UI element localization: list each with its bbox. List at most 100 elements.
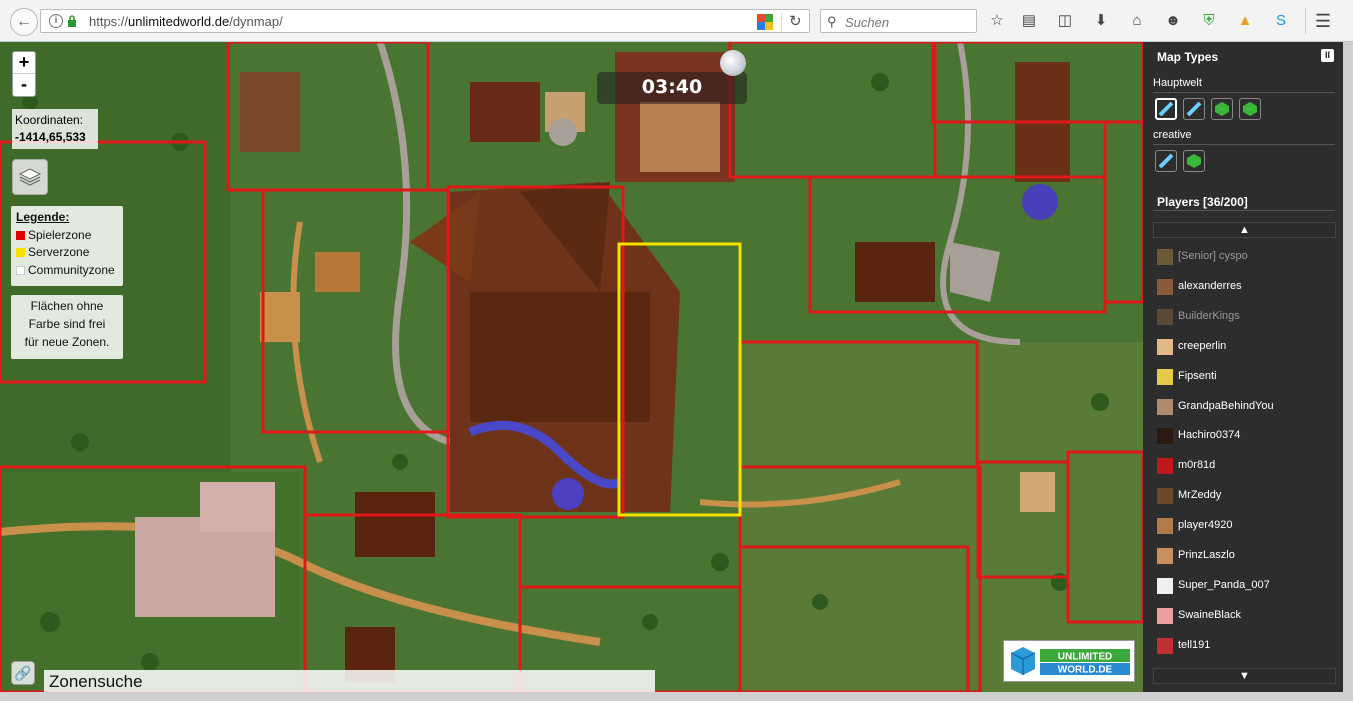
player-name: Fipsenti bbox=[1178, 369, 1217, 382]
shield-icon[interactable]: ⛨ bbox=[1199, 11, 1219, 31]
legend-swatch-yellow bbox=[16, 248, 25, 257]
unlimitedworld-logo[interactable]: UNLIMITED WORLD.DE bbox=[1003, 640, 1135, 682]
player-row[interactable]: MrZeddy bbox=[1157, 486, 1337, 506]
legend-panel: Legende: Spielerzone Serverzone Communit… bbox=[11, 206, 123, 286]
download-icon[interactable]: ⬇ bbox=[1091, 11, 1111, 31]
player-avatar-icon bbox=[1157, 338, 1173, 355]
player-name: [Senior] cyspo bbox=[1178, 250, 1248, 262]
player-row[interactable]: Hachiro0374 bbox=[1157, 426, 1337, 446]
creative-surface-button[interactable] bbox=[1183, 150, 1205, 172]
player-avatar-icon bbox=[1157, 278, 1173, 295]
pin-sidebar-button[interactable]: II bbox=[1321, 49, 1334, 62]
map-terrain bbox=[0, 42, 1143, 692]
player-avatar-icon bbox=[1157, 518, 1173, 535]
player-row[interactable]: [Senior] cyspo bbox=[1157, 247, 1337, 267]
reader-list-icon[interactable]: ▤ bbox=[1019, 11, 1039, 31]
back-button[interactable]: ← bbox=[10, 8, 38, 36]
chat-icon[interactable]: ☻ bbox=[1163, 11, 1183, 31]
logo-text-line-2: WORLD.DE bbox=[1058, 665, 1113, 676]
player-row[interactable]: SwaineBlack bbox=[1157, 606, 1337, 626]
home-icon[interactable]: ⌂ bbox=[1127, 11, 1147, 31]
zone-search-input[interactable]: Zonensuche bbox=[44, 670, 655, 692]
legend-item-communityzone: Communityzone bbox=[16, 262, 118, 280]
link-icon[interactable]: 🔗 bbox=[11, 661, 35, 685]
divider bbox=[781, 13, 782, 31]
info-icon[interactable]: i bbox=[49, 14, 63, 28]
player-row[interactable]: PrinzLaszlo bbox=[1157, 546, 1337, 566]
player-row[interactable]: creeperlin bbox=[1157, 337, 1337, 357]
map-type-surface-button[interactable] bbox=[1211, 98, 1233, 120]
player-row[interactable]: BuilderKings bbox=[1157, 307, 1337, 327]
flat-map-icon bbox=[1158, 101, 1174, 117]
player-name: player4920 bbox=[1178, 519, 1233, 532]
player-name: GrandpaBehindYou bbox=[1178, 399, 1274, 412]
sidebar: Map Types II Hauptwelt creative Players … bbox=[1143, 42, 1343, 692]
legend-label: Spielerzone bbox=[28, 227, 92, 242]
map-canvas[interactable] bbox=[0, 42, 1143, 692]
note-line: Farbe sind frei bbox=[28, 317, 106, 331]
player-row[interactable]: tell191 bbox=[1157, 636, 1337, 656]
player-name: alexanderres bbox=[1178, 279, 1242, 292]
search-icon: ⚲ bbox=[827, 14, 837, 29]
layers-button[interactable] bbox=[12, 159, 48, 195]
creative-flat-button[interactable] bbox=[1155, 150, 1177, 172]
map-type-flat-night-button[interactable] bbox=[1183, 98, 1205, 120]
url-text[interactable]: https://unlimitedworld.de/dynmap/ bbox=[89, 14, 283, 29]
player-name: SwaineBlack bbox=[1178, 608, 1241, 621]
divider bbox=[1305, 8, 1306, 34]
player-row[interactable]: m0r81d bbox=[1157, 456, 1337, 476]
map-type-cave-button[interactable] bbox=[1239, 98, 1261, 120]
player-name: tell191 bbox=[1178, 638, 1211, 651]
legend-title: Legende: bbox=[16, 210, 70, 224]
legend-item-serverzone: Serverzone bbox=[16, 244, 118, 262]
zoom-in-button[interactable]: + bbox=[13, 52, 35, 74]
scroll-down-button[interactable]: ▼ bbox=[1153, 668, 1336, 684]
coordinates-panel: Koordinaten: -1414,65,533 bbox=[12, 109, 98, 149]
divider bbox=[1153, 92, 1335, 93]
moon-icon bbox=[720, 50, 746, 76]
player-avatar-icon bbox=[1157, 577, 1173, 594]
player-avatar-icon bbox=[1157, 458, 1173, 475]
pocket-icon[interactable]: ◫ bbox=[1055, 11, 1075, 31]
coordinates-value: -1414,65,533 bbox=[15, 130, 86, 144]
player-name: PrinzLaszlo bbox=[1178, 549, 1235, 561]
player-row[interactable]: Fipsenti bbox=[1157, 367, 1337, 387]
search-placeholder: Suchen bbox=[845, 15, 890, 30]
legend-swatch-red bbox=[16, 230, 25, 240]
map-type-flat-button[interactable] bbox=[1155, 98, 1177, 120]
logo-text-line-1: UNLIMITED bbox=[1058, 652, 1112, 663]
note-line: Flächen ohne bbox=[30, 299, 104, 313]
coordinates-label: Koordinaten: bbox=[15, 113, 84, 127]
map-types-title: Map Types bbox=[1157, 50, 1219, 64]
arrow-left-icon: ← bbox=[16, 13, 32, 30]
player-row[interactable]: GrandpaBehindYou bbox=[1157, 397, 1337, 417]
flat-map-icon bbox=[1158, 153, 1174, 169]
game-clock: 03:40 bbox=[641, 76, 703, 98]
player-avatar-icon bbox=[1157, 308, 1173, 325]
player-avatar-icon bbox=[1157, 249, 1173, 265]
bookmark-star-icon[interactable]: ☆ bbox=[987, 11, 1007, 31]
player-row[interactable]: player4920 bbox=[1157, 516, 1337, 536]
lock-icon bbox=[68, 15, 76, 27]
world-name-hauptwelt: Hauptwelt bbox=[1153, 77, 1202, 89]
address-bar[interactable]: i https://unlimitedworld.de/dynmap/ ↻ bbox=[40, 9, 810, 33]
url-host: unlimitedworld.de bbox=[128, 14, 230, 29]
browser-toolbar: ← i https://unlimitedworld.de/dynmap/ ↻ … bbox=[0, 0, 1353, 42]
window-frame-bottom bbox=[0, 692, 1353, 701]
world-name-creative: creative bbox=[1153, 129, 1192, 141]
hamburger-menu-icon[interactable]: ☰ bbox=[1313, 11, 1333, 31]
reload-icon[interactable]: ↻ bbox=[789, 12, 802, 30]
zoom-out-button[interactable]: - bbox=[13, 74, 35, 96]
cube-icon bbox=[1187, 154, 1201, 168]
search-field[interactable]: ⚲ Suchen bbox=[820, 9, 977, 33]
scroll-up-button[interactable]: ▲ bbox=[1153, 222, 1336, 238]
player-row[interactable]: Super_Panda_007 bbox=[1157, 576, 1337, 596]
legend-label: Serverzone bbox=[28, 245, 90, 259]
player-row[interactable]: alexanderres bbox=[1157, 277, 1337, 297]
vlc-cone-icon[interactable]: ▲ bbox=[1235, 11, 1255, 31]
skype-icon[interactable]: S bbox=[1271, 11, 1291, 31]
player-name: Super_Panda_007 bbox=[1178, 578, 1270, 591]
legend-swatch-white bbox=[16, 265, 25, 275]
divider bbox=[1153, 144, 1335, 145]
addon-icon[interactable] bbox=[757, 14, 773, 30]
